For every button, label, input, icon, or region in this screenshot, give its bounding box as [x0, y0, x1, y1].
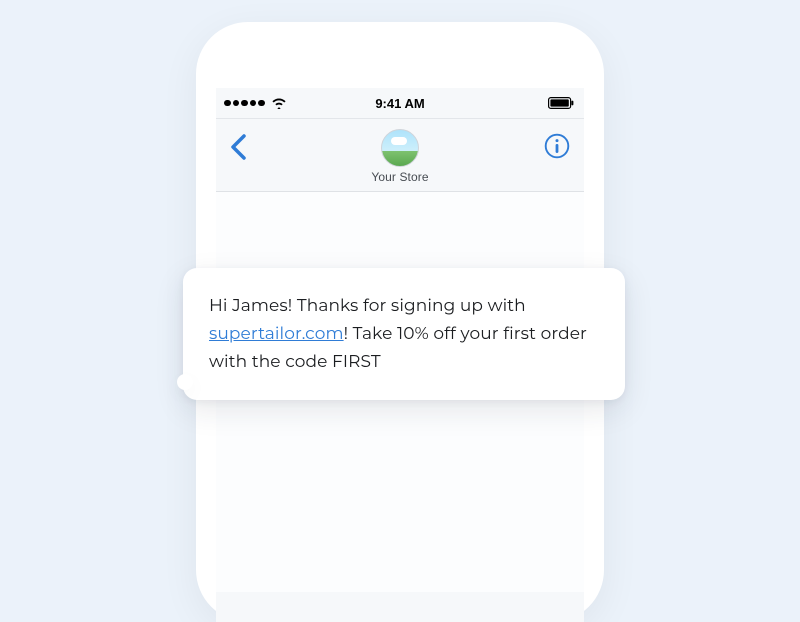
- battery-icon: [548, 97, 574, 109]
- info-icon: [544, 133, 570, 159]
- contact-avatar[interactable]: [381, 129, 419, 167]
- chevron-left-icon: [228, 133, 252, 161]
- message-link[interactable]: supertailor.com: [209, 324, 344, 344]
- contact-name: Your Store: [371, 170, 428, 184]
- bubble-tail-icon: [177, 374, 193, 390]
- cellular-signal-icon: [224, 100, 265, 107]
- info-button[interactable]: [544, 133, 570, 159]
- status-bar-time: 9:41 AM: [375, 96, 424, 111]
- status-bar-left: [224, 97, 287, 109]
- back-button[interactable]: [228, 133, 252, 161]
- message-bubble: Hi James! Thanks for signing up with sup…: [183, 268, 625, 400]
- status-bar: 9:41 AM: [216, 88, 584, 118]
- message-text: Hi James! Thanks for signing up with sup…: [209, 292, 599, 376]
- message-text-part1: Hi James! Thanks for signing up with: [209, 296, 526, 316]
- conversation-header: Your Store: [216, 118, 584, 192]
- wifi-icon: [271, 97, 287, 109]
